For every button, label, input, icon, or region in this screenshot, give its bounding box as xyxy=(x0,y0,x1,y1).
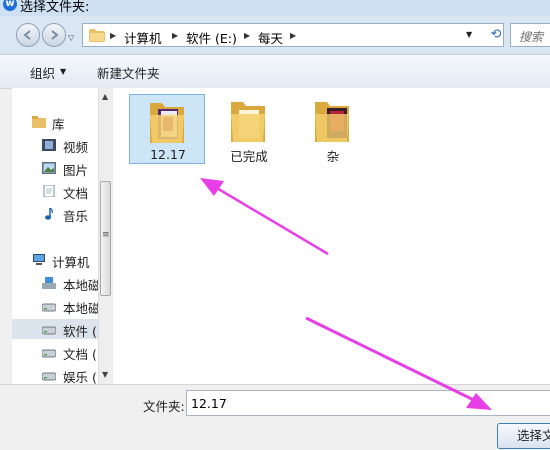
breadcrumb-separator-icon[interactable]: ▶ xyxy=(110,28,116,44)
folder-field-label: 文件夹: xyxy=(143,399,185,414)
search-input[interactable]: 搜索 xyxy=(510,23,550,47)
music-icon xyxy=(45,208,53,220)
nav-item-label: 本地磁 xyxy=(63,301,98,316)
drive-icon xyxy=(42,349,56,358)
folder-item-completed[interactable]: 已完成 xyxy=(211,94,287,164)
address-bar[interactable]: ▶ 计算机 ▶ 软件 (E:) ▶ 每天 ▶ ▼ ⟲ xyxy=(82,23,504,47)
system-drive-icon xyxy=(42,277,56,289)
folder-label: 已完成 xyxy=(230,149,268,164)
breadcrumb-daily[interactable]: 每天 xyxy=(258,28,283,47)
nav-item-drive-e[interactable]: 软件 ( xyxy=(12,319,98,339)
nav-item-music[interactable]: 音乐 xyxy=(12,204,98,224)
back-arrow-icon xyxy=(23,30,31,40)
scroll-up-arrow-icon[interactable]: ▲ xyxy=(102,92,108,101)
breadcrumb-separator-icon[interactable]: ▶ xyxy=(244,28,250,44)
folder-item-misc[interactable]: 杂 xyxy=(295,94,371,164)
nav-item-video[interactable]: 视频 xyxy=(12,135,98,155)
folder-icon xyxy=(315,102,349,142)
folder-name-field[interactable] xyxy=(186,390,550,416)
breadcrumb-separator-icon[interactable]: ▶ xyxy=(290,28,296,44)
nav-item-library[interactable]: 库 xyxy=(12,112,98,132)
folder-icon xyxy=(150,103,184,143)
folder-item-12-17[interactable]: 12.17 xyxy=(129,94,205,164)
folder-label: 12.17 xyxy=(150,147,186,162)
nav-item-label: 计算机 xyxy=(52,255,90,270)
breadcrumb-separator-icon[interactable]: ▶ xyxy=(172,28,178,44)
nav-item-label: 图片 xyxy=(63,163,89,178)
nav-item-label: 娱乐 ( xyxy=(63,370,97,384)
drive-icon xyxy=(42,372,56,381)
scrollbar-thumb[interactable]: ≡ xyxy=(100,181,111,296)
file-list: 12.17 已完成 杂 xyxy=(113,88,550,384)
nav-item-local-disk-c[interactable]: 本地磁 xyxy=(12,273,98,293)
forward-arrow-icon xyxy=(51,30,59,40)
video-icon xyxy=(42,139,56,151)
title-bar: w 选择文件夹: xyxy=(0,0,550,16)
organize-menu-button[interactable]: 组织 xyxy=(30,63,55,82)
new-folder-button[interactable]: 新建文件夹 xyxy=(97,63,160,82)
nav-item-pictures[interactable]: 图片 xyxy=(12,158,98,178)
dialog-footer: 文件夹: 选择文件夹 xyxy=(0,384,550,450)
app-logo-icon: w xyxy=(3,0,17,11)
drive-icon xyxy=(42,326,56,335)
nav-item-label: 视频 xyxy=(63,140,89,155)
nav-item-documents[interactable]: 文档 xyxy=(12,181,98,201)
folder-icon xyxy=(231,102,265,142)
search-placeholder: 搜索 xyxy=(519,30,544,44)
breadcrumb-computer[interactable]: 计算机 xyxy=(124,28,162,47)
recent-pages-dropdown[interactable]: ▽ xyxy=(68,33,74,42)
nav-item-local-disk-d[interactable]: 本地磁 xyxy=(12,296,98,316)
window-title: 选择文件夹: xyxy=(20,0,90,15)
chevron-down-icon[interactable]: ▼ xyxy=(60,67,66,76)
toolbar: 组织 ▼ 新建文件夹 xyxy=(0,55,550,89)
computer-icon xyxy=(33,254,45,265)
address-dropdown-icon[interactable]: ▼ xyxy=(466,30,472,39)
picture-icon xyxy=(42,162,56,174)
document-icon xyxy=(43,185,55,197)
nav-item-drive-entertainment[interactable]: 娱乐 ( xyxy=(12,365,98,384)
nav-item-label: 文档 xyxy=(63,186,89,201)
drive-icon xyxy=(42,303,56,312)
nav-item-drive-documents[interactable]: 文档 ( xyxy=(12,342,98,362)
forward-button[interactable] xyxy=(42,23,66,47)
select-folder-button[interactable]: 选择文件夹 xyxy=(497,423,550,449)
scroll-down-arrow-icon[interactable]: ▼ xyxy=(102,370,108,379)
nav-item-label: 音乐 xyxy=(63,209,89,224)
folder-icon xyxy=(89,29,105,42)
refresh-icon[interactable]: ⟲ xyxy=(488,27,504,43)
folder-label: 杂 xyxy=(326,149,340,164)
nav-item-label: 软件 ( xyxy=(63,324,97,339)
navigation-pane: 库 视频 图片 文档 音乐 计算机 本地磁 本地磁 软件 ( 文档 ( 娱乐 ( xyxy=(12,88,98,384)
nav-item-label: 库 xyxy=(52,117,65,132)
scroll-grip-icon: ≡ xyxy=(102,230,110,240)
library-icon xyxy=(32,116,46,128)
nav-item-label: 文档 ( xyxy=(63,347,97,362)
back-button[interactable] xyxy=(16,23,40,47)
nav-item-label: 本地磁 xyxy=(63,278,98,293)
breadcrumb-drive-e[interactable]: 软件 (E:) xyxy=(186,28,237,47)
navigation-scrollbar[interactable]: ▲ ≡ ▼ xyxy=(98,88,113,384)
nav-item-computer[interactable]: 计算机 xyxy=(12,250,98,270)
